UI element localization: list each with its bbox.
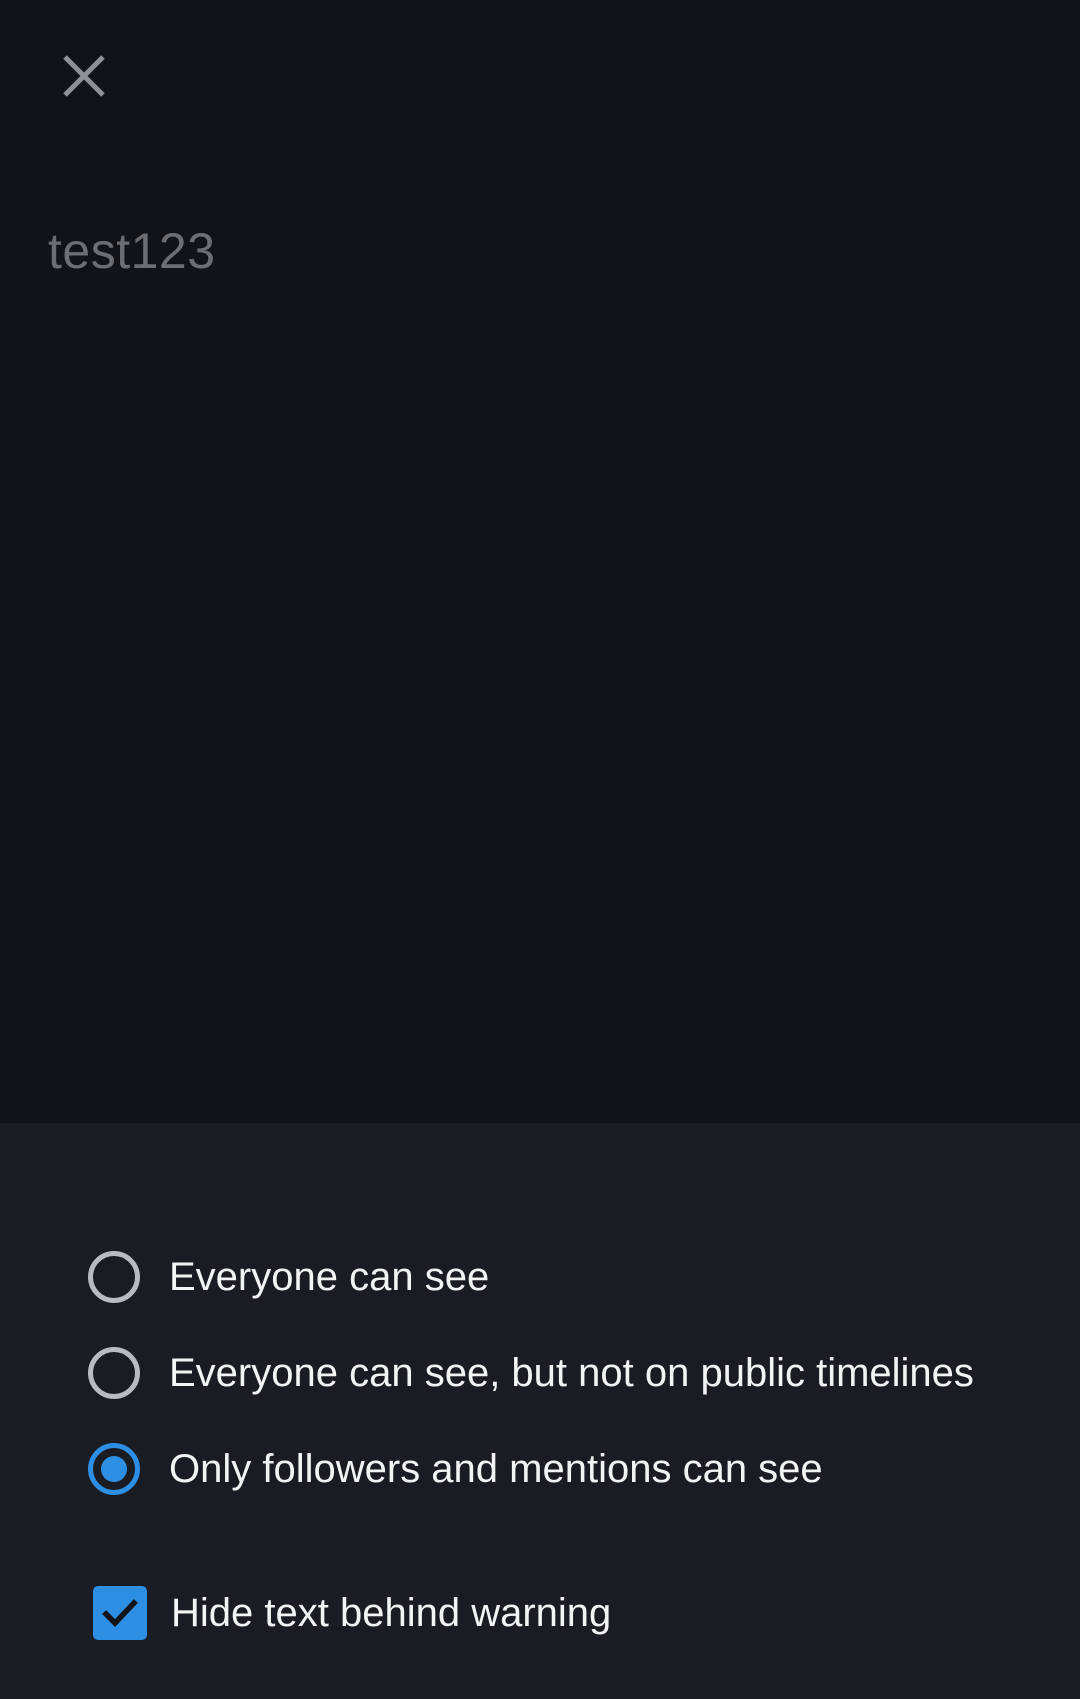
visibility-options-panel: Everyone can see Everyone can see, but n… — [0, 1123, 1080, 1699]
visibility-option-unlisted[interactable]: Everyone can see, but not on public time… — [88, 1338, 974, 1408]
close-button[interactable] — [44, 36, 124, 116]
visibility-option-label: Everyone can see — [169, 1254, 490, 1299]
visibility-option-followers-only[interactable]: Only followers and mentions can see — [88, 1434, 823, 1504]
visibility-option-label: Only followers and mentions can see — [169, 1446, 823, 1491]
hide-text-checkbox[interactable] — [93, 1586, 147, 1640]
compose-screen: test123 Everyone can see Everyone can se… — [0, 0, 1080, 1699]
hide-text-label: Hide text behind warning — [171, 1590, 612, 1635]
hide-text-warning-option[interactable]: Hide text behind warning — [88, 1578, 611, 1648]
close-icon — [63, 55, 105, 97]
visibility-option-label: Everyone can see, but not on public time… — [169, 1350, 974, 1395]
radio-button-unlisted[interactable] — [88, 1347, 140, 1399]
radio-button-public[interactable] — [88, 1251, 140, 1303]
draft-text[interactable]: test123 — [48, 222, 216, 280]
checkmark-icon — [102, 1599, 138, 1627]
visibility-option-public[interactable]: Everyone can see — [88, 1242, 489, 1312]
radio-button-followers-only[interactable] — [88, 1443, 140, 1495]
compose-area[interactable]: test123 — [0, 0, 1080, 1123]
